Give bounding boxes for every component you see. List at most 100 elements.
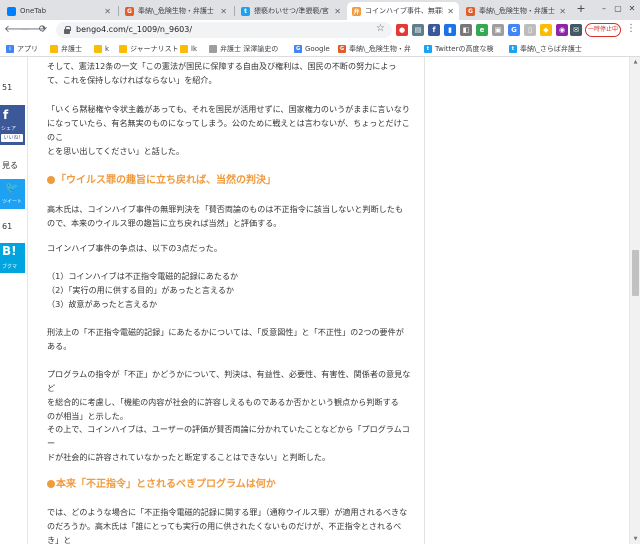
extension-doc-icon[interactable]: ▯ (524, 24, 536, 36)
bookmark-twitter-saraba[interactable]: t 奉納\_さらば弁護士 (509, 42, 582, 55)
extension-blue-icon[interactable]: ▮ (444, 24, 456, 36)
new-tab-button[interactable]: + (575, 3, 587, 15)
reload-button[interactable]: ⟳ (36, 23, 50, 37)
bengo4-icon: 弁 (352, 6, 361, 16)
paragraph: プログラムの指令が「不正」かどうかについて、判決は、有益性、必要性、有害性、関係… (47, 369, 411, 421)
apps-icon: ⋮ (6, 44, 14, 53)
facebook-like-button[interactable]: いいね! (1, 134, 23, 142)
heading-text: 本来「不正指令」とされるべきプログラムは何か (56, 479, 276, 490)
extension-g-icon[interactable]: G (508, 24, 520, 36)
paragraph: 刑法上の「不正指令電磁的記録」にあたるかについては、「反意図性」と「不正性」の2… (47, 327, 404, 351)
bookmark-label: 弁護士 深澤諭史の (220, 44, 279, 53)
close-icon[interactable]: ✕ (104, 7, 111, 16)
extension-square-icon[interactable]: ▣ (492, 24, 504, 36)
tweet-count: 61 (2, 222, 13, 231)
tab-title: 奉納\_危険生物・弁護士 (138, 7, 214, 15)
sync-paused-button[interactable]: 一時停止中 (585, 23, 621, 37)
twitter-icon: t (424, 44, 432, 53)
maximize-icon[interactable]: ▢ (612, 3, 624, 15)
bullet-dot-icon (47, 480, 55, 488)
heading-text: 「ウイルス罪の趣旨に立ち戻れば、当然の判決」 (56, 175, 276, 186)
extension-note-icon[interactable]: ▤ (412, 24, 424, 36)
tab-twitter[interactable]: t 猥褻わいせつ/準猥褻/宮 ✕ (236, 2, 346, 20)
tab-onetab[interactable]: OneTab ✕ (2, 2, 116, 20)
bookmark-folder-k[interactable]: k (94, 42, 109, 55)
share-count: 51 (2, 83, 13, 92)
scroll-up-arrow-icon[interactable]: ▲ (630, 57, 640, 67)
scroll-down-arrow-icon[interactable]: ▼ (630, 534, 640, 544)
back-button[interactable]: 🡐 (4, 23, 31, 37)
extension-dark-icon[interactable]: ✉ (570, 24, 582, 36)
bookmark-google[interactable]: G Google (294, 42, 330, 55)
column-divider (424, 57, 425, 544)
more-menu-icon[interactable]: ⋮ (626, 23, 636, 34)
paragraph: では、どのような場合に「不正指令電磁的記録に関する罪」（通称ウイルス罪）が適用さ… (47, 507, 408, 544)
folder-icon (50, 44, 58, 53)
paragraph: 高木氏は、コインハイブ事件の無罪判決を「賛否両論のものは不正指令に該当しないと判… (47, 204, 403, 228)
scrollbar-thumb[interactable] (632, 250, 639, 296)
extension-red-icon[interactable]: ● (396, 24, 408, 36)
hatena-bookmark-button[interactable]: B! ブクマ (0, 243, 25, 273)
twitter-icon: t (509, 44, 517, 53)
twitter-icon: t (241, 6, 250, 16)
bengo4-icon: G (125, 6, 134, 16)
close-icon[interactable]: ✕ (220, 7, 227, 16)
facebook-share-button[interactable]: f シェア いいね! (0, 105, 25, 145)
bookmarks-bar: ⋮ アプリ 弁護士 k ジャーナリスト lk 弁護士 深澤諭史の G Googl… (0, 40, 640, 57)
tab-separator (234, 6, 235, 16)
paragraph: そして、憲法12条の一文「この憲法が国民に保障する自由及び権利は、国民の不断の努… (47, 61, 397, 85)
bookmark-twitter-search[interactable]: t Twitterの高度な検 (424, 42, 493, 55)
close-icon[interactable]: ✕ (334, 7, 341, 16)
folder-icon (94, 44, 102, 53)
paragraph: コインハイブ事件の争点は、以下の3点だった。 (47, 243, 222, 253)
bookmark-fukasawa[interactable]: 弁護士 深澤諭史の (209, 42, 278, 55)
close-icon[interactable]: ✕ (447, 7, 454, 16)
window-close-icon[interactable]: ✕ (626, 3, 638, 15)
minimize-icon[interactable]: – (598, 3, 610, 15)
tab-title: OneTab (20, 7, 47, 15)
bookmark-label: アプリ (17, 44, 38, 53)
bookmark-label: lk (191, 44, 197, 53)
bookmark-apps[interactable]: ⋮ アプリ (6, 42, 38, 55)
tab-coinhive-active[interactable]: 弁 コインハイブ事件、無罪判 ✕ (347, 2, 459, 20)
view-label[interactable]: 見る (0, 160, 26, 171)
section-heading: 本来「不正指令」とされるべきプログラムは何か (47, 478, 412, 492)
facebook-icon[interactable]: f (428, 24, 440, 36)
bookmark-bengo4[interactable]: G 奉納\_危険生物・弁 (338, 42, 411, 55)
onetab-icon (7, 6, 16, 16)
facebook-icon: f (3, 108, 9, 122)
evernote-icon[interactable]: e (476, 24, 488, 36)
tab-bengo4[interactable]: G 奉納\_危険生物・弁護士 ✕ (120, 2, 232, 20)
bookmark-label: 奉納\_さらば弁護士 (520, 44, 582, 53)
url-text[interactable]: bengo4.com/c_1009/n_9603/ (76, 25, 192, 34)
forward-button[interactable]: 🡒 (20, 23, 47, 37)
extension-grey-icon[interactable]: ◧ (460, 24, 472, 36)
hatena-label: ブクマ (2, 264, 18, 270)
twitter-bird-icon: 🐦 (5, 181, 19, 194)
bookmark-folder-journalist[interactable]: ジャーナリスト (119, 42, 179, 55)
bookmark-folder-lawyer[interactable]: 弁護士 (50, 42, 82, 55)
address-bar[interactable]: bengo4.com/c_1009/n_9603/ ☆ (56, 22, 392, 38)
page-scrollbar[interactable]: ▲ ▼ (629, 57, 640, 544)
bullet-dot-icon (47, 176, 55, 184)
tab-separator (118, 6, 119, 16)
twitter-share-button[interactable]: 🐦 ツイート (0, 179, 25, 209)
page-viewport: 51 f シェア いいね! 見る 🐦 ツイート 61 B! ブクマ そして、憲法… (0, 57, 640, 544)
tab-title: コインハイブ事件、無罪判 (365, 7, 444, 15)
extension-yellow-icon[interactable]: ◆ (540, 24, 552, 36)
tweet-label: ツイート (2, 199, 23, 205)
bookmark-label: Google (305, 44, 330, 53)
folder-icon (119, 44, 127, 53)
close-icon[interactable]: ✕ (559, 7, 566, 16)
bookmark-label: 弁護士 (61, 44, 82, 53)
lock-icon (64, 26, 71, 34)
bookmark-label: 奉納\_危険生物・弁 (349, 44, 411, 53)
bookmark-folder-lk[interactable]: lk (180, 42, 197, 55)
tab-title: 奉納\_危険生物・弁護士 (479, 7, 555, 15)
extension-purple-icon[interactable]: ◉ (556, 24, 568, 36)
bookmark-star-icon[interactable]: ☆ (376, 23, 385, 34)
browser-toolbar: 🡐 🡒 ⟳ bengo4.com/c_1009/n_9603/ ☆ ● ▤ f … (0, 20, 640, 40)
bookmark-label: ジャーナリスト (130, 44, 179, 53)
tab-bengo4-2[interactable]: G 奉納\_危険生物・弁護士 ✕ (461, 2, 571, 20)
tab-strip: OneTab ✕ G 奉納\_危険生物・弁護士 ✕ t 猥褻わいせつ/準猥褻/宮… (0, 0, 640, 20)
